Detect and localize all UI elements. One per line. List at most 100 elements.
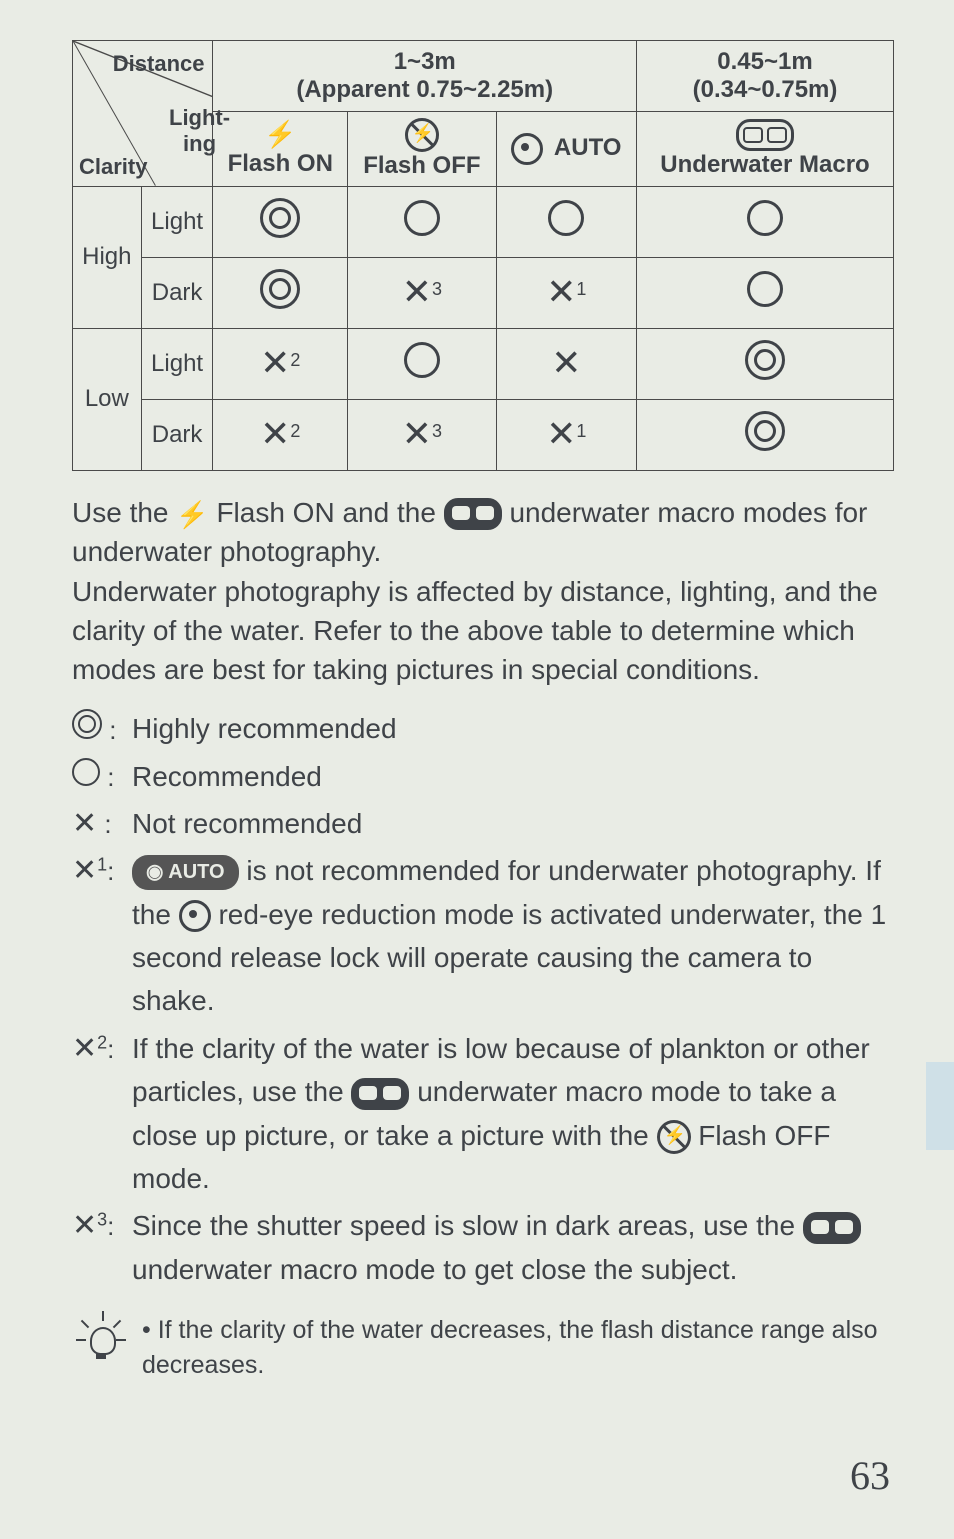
legend-hr-text: Highly recommended: [132, 707, 894, 750]
dist1-line2: (Apparent 0.75~2.25m): [217, 76, 632, 104]
p2: Underwater photography is affected by di…: [72, 576, 878, 685]
cell: ✕3: [348, 257, 497, 328]
col-macro: Underwater Macro: [637, 112, 894, 187]
table-row: High Light: [73, 186, 894, 257]
x3b: underwater macro mode to get close the s…: [132, 1254, 737, 1285]
legend-x2-text: If the clarity of the water is low becau…: [132, 1027, 894, 1201]
flash-off-icon: [657, 1120, 691, 1154]
page-number: 63: [850, 1452, 890, 1499]
cell: [637, 399, 894, 470]
recommended-icon: [72, 758, 100, 786]
table-corner: Distance Light- ing Clarity: [73, 41, 213, 187]
clarity-low: Low: [73, 328, 142, 470]
dist2-line2: (0.34~0.75m): [641, 76, 889, 104]
light-label: Light: [141, 186, 213, 257]
auto-label: AUTO: [554, 134, 622, 161]
cell: ✕2: [213, 399, 348, 470]
lbl-clarity: Clarity: [79, 154, 147, 180]
highly-recommended-icon: [260, 198, 300, 238]
redeye-icon: [179, 900, 211, 932]
p1a: Use the: [72, 497, 176, 528]
lbl-lighting: Light- ing: [169, 105, 230, 157]
col-auto: AUTO: [496, 112, 636, 187]
macro-label: Underwater Macro: [660, 151, 869, 178]
col-dist2: 0.45~1m (0.34~0.75m): [637, 41, 894, 112]
not-recommended-icon: ✕: [72, 1032, 97, 1065]
x1b: red-eye reduction mode is activated unde…: [132, 899, 886, 1017]
recommended-icon: [548, 200, 584, 236]
note1: 1: [576, 421, 586, 441]
cell: ✕1: [496, 399, 636, 470]
note2: 2: [290, 421, 300, 441]
recommended-icon: [404, 342, 440, 378]
not-recommended-icon: ✕: [72, 807, 97, 840]
highly-recommended-icon: [745, 411, 785, 451]
not-recommended-icon: ✕: [402, 413, 432, 454]
lightbulb-icon: [78, 1317, 124, 1363]
mode-table: Distance Light- ing Clarity 1~3m (Appare…: [72, 40, 894, 471]
dark-label: Dark: [141, 257, 213, 328]
legend-x1-text: ◉ AUTO is not recommended for underwater…: [132, 849, 894, 1023]
cell: [348, 186, 497, 257]
page-tab: [926, 1062, 954, 1150]
note2: 2: [290, 350, 300, 370]
table-row: Low Light ✕2 ✕: [73, 328, 894, 399]
dist2-line1: 0.45~1m: [641, 48, 889, 76]
not-recommended-icon: ✕: [546, 271, 576, 312]
not-recommended-icon: ✕: [402, 271, 432, 312]
legend-x3: ✕3: Since the shutter speed is slow in d…: [72, 1204, 894, 1291]
legend-r-text: Recommended: [132, 755, 894, 798]
legend-x1: ✕1: ◉ AUTO is not recommended for underw…: [72, 849, 894, 1023]
not-recommended-icon: ✕: [72, 854, 97, 887]
note1: 1: [576, 279, 586, 299]
legend-hr: : Highly recommended: [72, 707, 894, 750]
not-recommended-icon: ✕: [72, 1209, 97, 1242]
legend-x2: ✕2: If the clarity of the water is low b…: [72, 1027, 894, 1201]
cell: [637, 328, 894, 399]
table-row: Dark ✕3 ✕1: [73, 257, 894, 328]
p1b: Flash ON and the: [216, 497, 443, 528]
legend-nr: ✕ : Not recommended: [72, 802, 894, 845]
cell: ✕3: [348, 399, 497, 470]
col-flashon: ⚡ Flash ON: [213, 112, 348, 187]
cell: ✕2: [213, 328, 348, 399]
clarity-high: High: [73, 186, 142, 328]
tip-text: • If the clarity of the water decreases,…: [142, 1313, 894, 1383]
not-recommended-icon: ✕: [260, 413, 290, 454]
note2: 2: [97, 1032, 107, 1052]
note3: 3: [432, 279, 442, 299]
cell: ✕: [496, 328, 636, 399]
legend: : Highly recommended : Recommended ✕ : N…: [72, 707, 894, 1291]
macro-icon: [803, 1212, 861, 1244]
flash-on-icon: ⚡: [176, 499, 208, 529]
cell: [496, 186, 636, 257]
table-row: Dark ✕2 ✕3 ✕1: [73, 399, 894, 470]
note3: 3: [97, 1210, 107, 1230]
tip-box: • If the clarity of the water decreases,…: [72, 1313, 894, 1383]
legend-nr-text: Not recommended: [132, 802, 894, 845]
legend-x3-text: Since the shutter speed is slow in dark …: [132, 1204, 894, 1291]
auto-chip-label: AUTO: [168, 861, 224, 883]
macro-icon: [736, 119, 794, 151]
tip-text-inner: If the clarity of the water decreases, t…: [142, 1316, 878, 1379]
cell: [637, 257, 894, 328]
flashon-label: Flash ON: [228, 150, 333, 177]
macro-icon: [351, 1078, 409, 1110]
lbl-distance: Distance: [113, 51, 205, 77]
cell: [213, 186, 348, 257]
dist1-line1: 1~3m: [217, 48, 632, 76]
not-recommended-icon: ✕: [551, 342, 581, 383]
col-flashoff: Flash OFF: [348, 112, 497, 187]
cell: ✕1: [496, 257, 636, 328]
cell: [213, 257, 348, 328]
auto-chip: ◉ AUTO: [132, 855, 239, 890]
recommended-icon: [747, 200, 783, 236]
x3a: Since the shutter speed is slow in dark …: [132, 1210, 803, 1241]
legend-r: : Recommended: [72, 755, 894, 798]
cell: [348, 328, 497, 399]
redeye-icon: [511, 133, 543, 165]
highly-recommended-icon: [745, 340, 785, 380]
flashoff-label: Flash OFF: [363, 152, 480, 179]
macro-icon: [444, 498, 502, 530]
highly-recommended-icon: [260, 269, 300, 309]
